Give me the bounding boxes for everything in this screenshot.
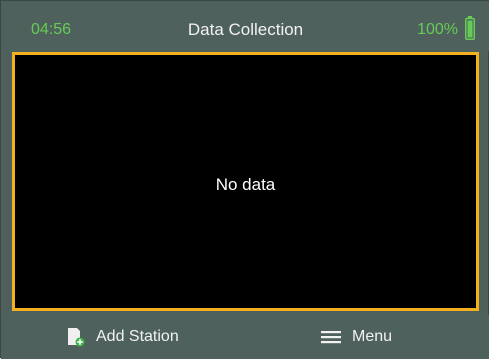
hamburger-menu-icon: [321, 331, 341, 344]
data-view-panel[interactable]: No data: [12, 52, 479, 311]
menu-label: Menu: [352, 328, 393, 345]
add-station-button[interactable]: Add Station: [67, 315, 179, 359]
add-document-icon: [68, 328, 85, 347]
page-title: Data Collection: [187, 20, 304, 39]
battery-percentage: 100%: [417, 21, 458, 38]
battery-full-icon: [465, 16, 475, 40]
empty-state-message: No data: [215, 175, 276, 194]
menu-button[interactable]: Menu: [321, 315, 392, 359]
add-station-label: Add Station: [96, 328, 179, 345]
softkey-bar: Add Station Menu: [1, 315, 489, 359]
status-bar: 04:56 Data Collection 100%: [1, 1, 489, 51]
device-frame: 04:56 Data Collection 100% No data Add S…: [0, 0, 489, 359]
